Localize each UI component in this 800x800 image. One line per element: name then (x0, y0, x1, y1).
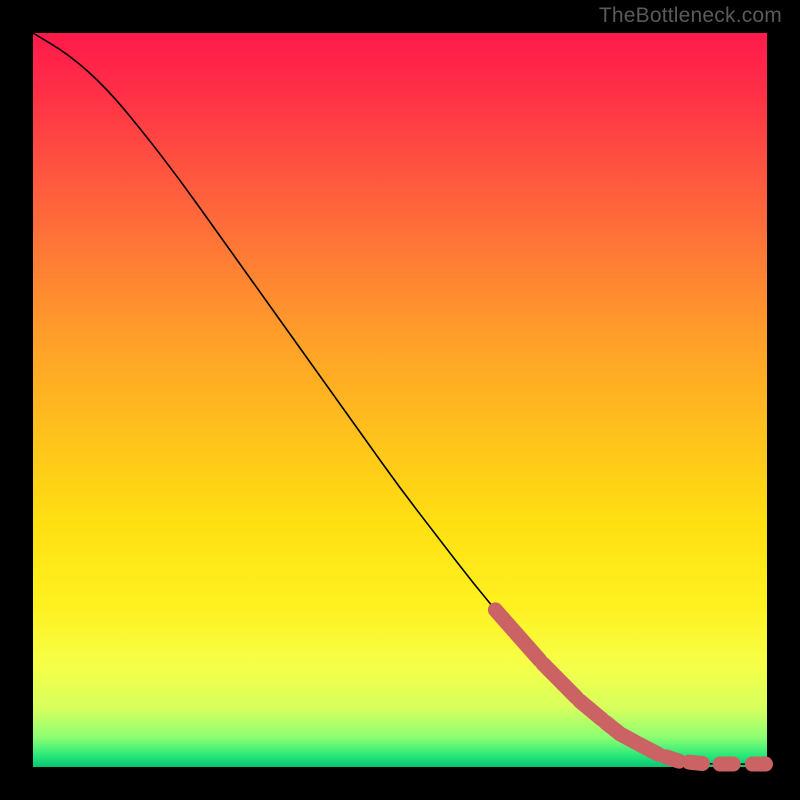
marker-group (485, 599, 773, 771)
watermark-text: TheBottleneck.com (599, 4, 782, 28)
curve-overlay (33, 33, 767, 767)
marker-dot-8 (681, 754, 711, 772)
marker-dot-9 (713, 757, 741, 772)
marker-dot-10 (745, 757, 773, 772)
chart-frame: TheBottleneck.com (0, 0, 800, 800)
bottleneck-curve (33, 33, 767, 764)
